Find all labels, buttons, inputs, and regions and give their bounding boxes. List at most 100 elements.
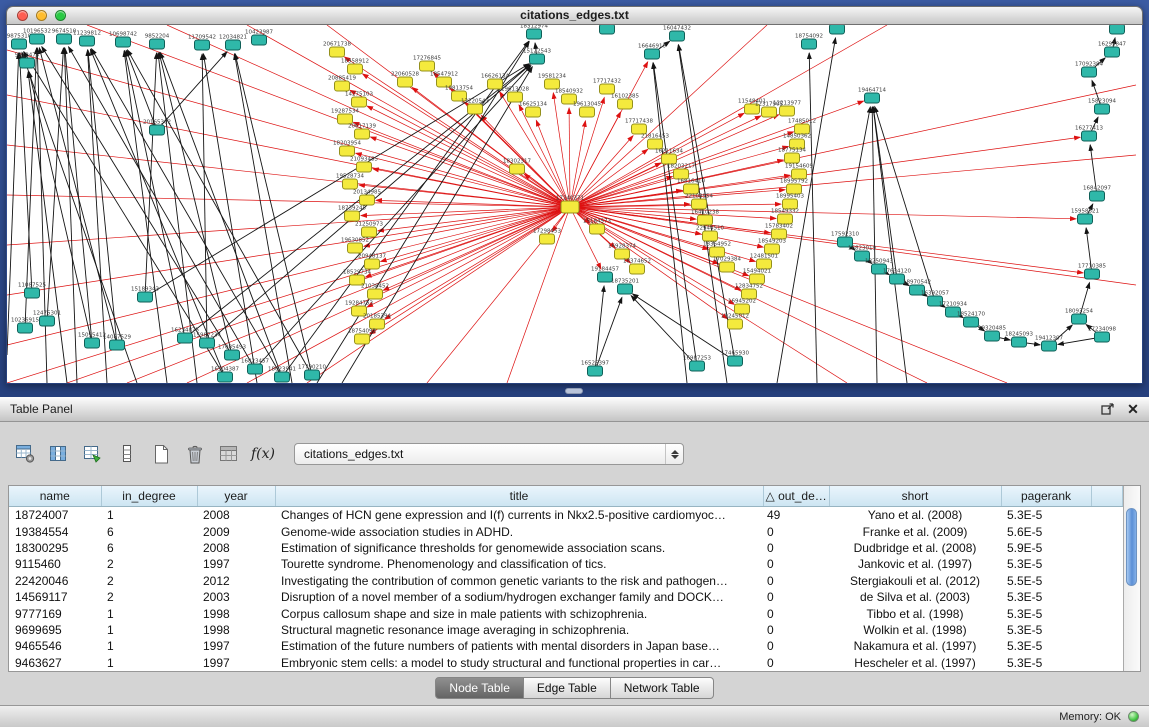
table-cell[interactable]: Nakamura et al. (1997) — [829, 638, 1001, 654]
table-vertical-scrollbar[interactable] — [1123, 486, 1140, 671]
table-cell[interactable]: 0 — [763, 589, 829, 605]
table-cell[interactable]: Hescheler et al. (1997) — [829, 655, 1001, 671]
function-builder-icon[interactable]: f(x) — [250, 442, 276, 466]
table-cell[interactable]: 2 — [101, 573, 197, 589]
panel-splitter-handle[interactable] — [565, 388, 583, 394]
table-cell[interactable]: Wolkin et al. (1998) — [829, 622, 1001, 638]
table-cell[interactable]: 1 — [101, 622, 197, 638]
table-cell[interactable]: 1997 — [197, 655, 275, 671]
table-source-dropdown[interactable]: citations_edges.txt — [294, 443, 684, 465]
table-cell[interactable]: 5.3E-5 — [1001, 605, 1091, 621]
scrollbar-thumb[interactable] — [1126, 508, 1137, 586]
float-panel-icon[interactable] — [1097, 400, 1117, 418]
table-cell[interactable]: 0 — [763, 556, 829, 572]
table-cell[interactable]: Tourette syndrome. Phenomenology and cla… — [275, 556, 763, 572]
table-cell[interactable]: 1997 — [197, 638, 275, 654]
table-row[interactable]: 977716911998Corpus callosum shape and si… — [9, 605, 1123, 621]
table-cell[interactable]: Franke et al. (2009) — [829, 523, 1001, 539]
table-cell[interactable]: Changes of HCN gene expression and I(f) … — [275, 507, 763, 524]
table-cell[interactable]: 14569117 — [9, 589, 101, 605]
table-cell[interactable]: 49 — [763, 507, 829, 524]
table-cell[interactable]: 6 — [101, 523, 197, 539]
table-row[interactable]: 911546021997Tourette syndrome. Phenomeno… — [9, 556, 1123, 572]
column-header-in-degree[interactable]: in_degree — [101, 486, 197, 507]
table-cell[interactable]: 5.3E-5 — [1001, 622, 1091, 638]
column-header-short[interactable]: short — [829, 486, 1001, 507]
tab-edge-table[interactable]: Edge Table — [524, 677, 611, 699]
table-cell[interactable]: Genome-wide association studies in ADHD. — [275, 523, 763, 539]
table-cell[interactable]: 18724007 — [9, 507, 101, 524]
table-cell[interactable]: 2003 — [197, 589, 275, 605]
table-cell[interactable]: 1 — [101, 605, 197, 621]
table-cell[interactable]: 5.9E-5 — [1001, 540, 1091, 556]
table-cell[interactable]: 0 — [763, 523, 829, 539]
table-cell[interactable]: 1 — [101, 507, 197, 524]
table-cell[interactable]: 22420046 — [9, 573, 101, 589]
tab-network-table[interactable]: Network Table — [611, 677, 714, 699]
table-cell[interactable]: Corpus callosum shape and size in male p… — [275, 605, 763, 621]
table-row[interactable]: 2242004622012Investigating the contribut… — [9, 573, 1123, 589]
table-row[interactable]: 946554611997Estimation of the future num… — [9, 638, 1123, 654]
table-cell[interactable]: 0 — [763, 622, 829, 638]
table-row[interactable]: 1456911722003Disruption of a novel membe… — [9, 589, 1123, 605]
table-row[interactable]: 969969511998Structural magnetic resonanc… — [9, 622, 1123, 638]
table-row[interactable]: 946362711997Embryonic stem cells: a mode… — [9, 655, 1123, 671]
minimize-window-button[interactable] — [36, 10, 47, 21]
tab-node-table[interactable]: Node Table — [435, 677, 524, 699]
table-cell[interactable]: 0 — [763, 605, 829, 621]
table-cell[interactable]: 5.6E-5 — [1001, 523, 1091, 539]
zoom-window-button[interactable] — [55, 10, 66, 21]
table-cell[interactable]: 5.3E-5 — [1001, 638, 1091, 654]
table-cell[interactable]: Tibbo et al. (1998) — [829, 605, 1001, 621]
delete-table-icon[interactable] — [182, 442, 208, 466]
table-cell[interactable]: 5.3E-5 — [1001, 507, 1091, 524]
table-cell[interactable]: 2009 — [197, 523, 275, 539]
table-cell[interactable]: 1998 — [197, 605, 275, 621]
table-cell[interactable]: 18300295 — [9, 540, 101, 556]
table-cell[interactable]: 9115460 — [9, 556, 101, 572]
table-cell[interactable]: 2008 — [197, 507, 275, 524]
table-row[interactable]: 1830029562008Estimation of significance … — [9, 540, 1123, 556]
table-cell[interactable]: 9699695 — [9, 622, 101, 638]
table-cell[interactable]: 0 — [763, 540, 829, 556]
table-cell[interactable]: Structural magnetic resonance image aver… — [275, 622, 763, 638]
column-header-year[interactable]: year — [197, 486, 275, 507]
table-cell[interactable]: Yano et al. (2008) — [829, 507, 1001, 524]
table-row[interactable]: 1872400712008Changes of HCN gene express… — [9, 507, 1123, 524]
table-cell[interactable]: 2 — [101, 556, 197, 572]
edit-table-icon[interactable] — [80, 442, 106, 466]
table-cell[interactable]: Stergiakouli et al. (2012) — [829, 573, 1001, 589]
table-mode-icon[interactable] — [12, 442, 38, 466]
table-cell[interactable]: Disruption of a novel member of a sodium… — [275, 589, 763, 605]
column-header-out-degree-sorted[interactable]: △ out_de… — [763, 486, 829, 507]
import-table-icon[interactable] — [216, 442, 242, 466]
table-row[interactable]: 1938455462009Genome-wide association stu… — [9, 523, 1123, 539]
table-cell[interactable]: 1 — [101, 638, 197, 654]
table-cell[interactable]: 0 — [763, 655, 829, 671]
table-cell[interactable]: 1 — [101, 655, 197, 671]
table-cell[interactable]: 5.3E-5 — [1001, 556, 1091, 572]
column-header-name[interactable]: name — [9, 486, 101, 507]
table-cell[interactable]: 19384554 — [9, 523, 101, 539]
network-canvas[interactable]: 9875310101965329674510112398121069874298… — [7, 25, 1142, 383]
table-cell[interactable]: 6 — [101, 540, 197, 556]
table-cell[interactable]: 9463627 — [9, 655, 101, 671]
new-column-icon[interactable] — [148, 442, 174, 466]
close-window-button[interactable] — [17, 10, 28, 21]
table-cell[interactable]: de Silva et al. (2003) — [829, 589, 1001, 605]
table-cell[interactable]: Estimation of significance thresholds fo… — [275, 540, 763, 556]
table-cell[interactable]: 9777169 — [9, 605, 101, 621]
table-cell[interactable]: 2 — [101, 589, 197, 605]
table-cell[interactable]: Investigating the contribution of common… — [275, 573, 763, 589]
column-header-title[interactable]: title — [275, 486, 763, 507]
table-cell[interactable]: 2012 — [197, 573, 275, 589]
table-cell[interactable]: 5.3E-5 — [1001, 655, 1091, 671]
table-cell[interactable]: 1997 — [197, 556, 275, 572]
table-cell[interactable]: 9465546 — [9, 638, 101, 654]
rows-icon[interactable] — [114, 442, 140, 466]
table-cell[interactable]: 5.5E-5 — [1001, 573, 1091, 589]
table-cell[interactable]: 0 — [763, 573, 829, 589]
close-panel-icon[interactable]: ✕ — [1123, 400, 1143, 418]
table-cell[interactable]: 5.3E-5 — [1001, 589, 1091, 605]
column-header-pagerank[interactable]: pagerank — [1001, 486, 1091, 507]
